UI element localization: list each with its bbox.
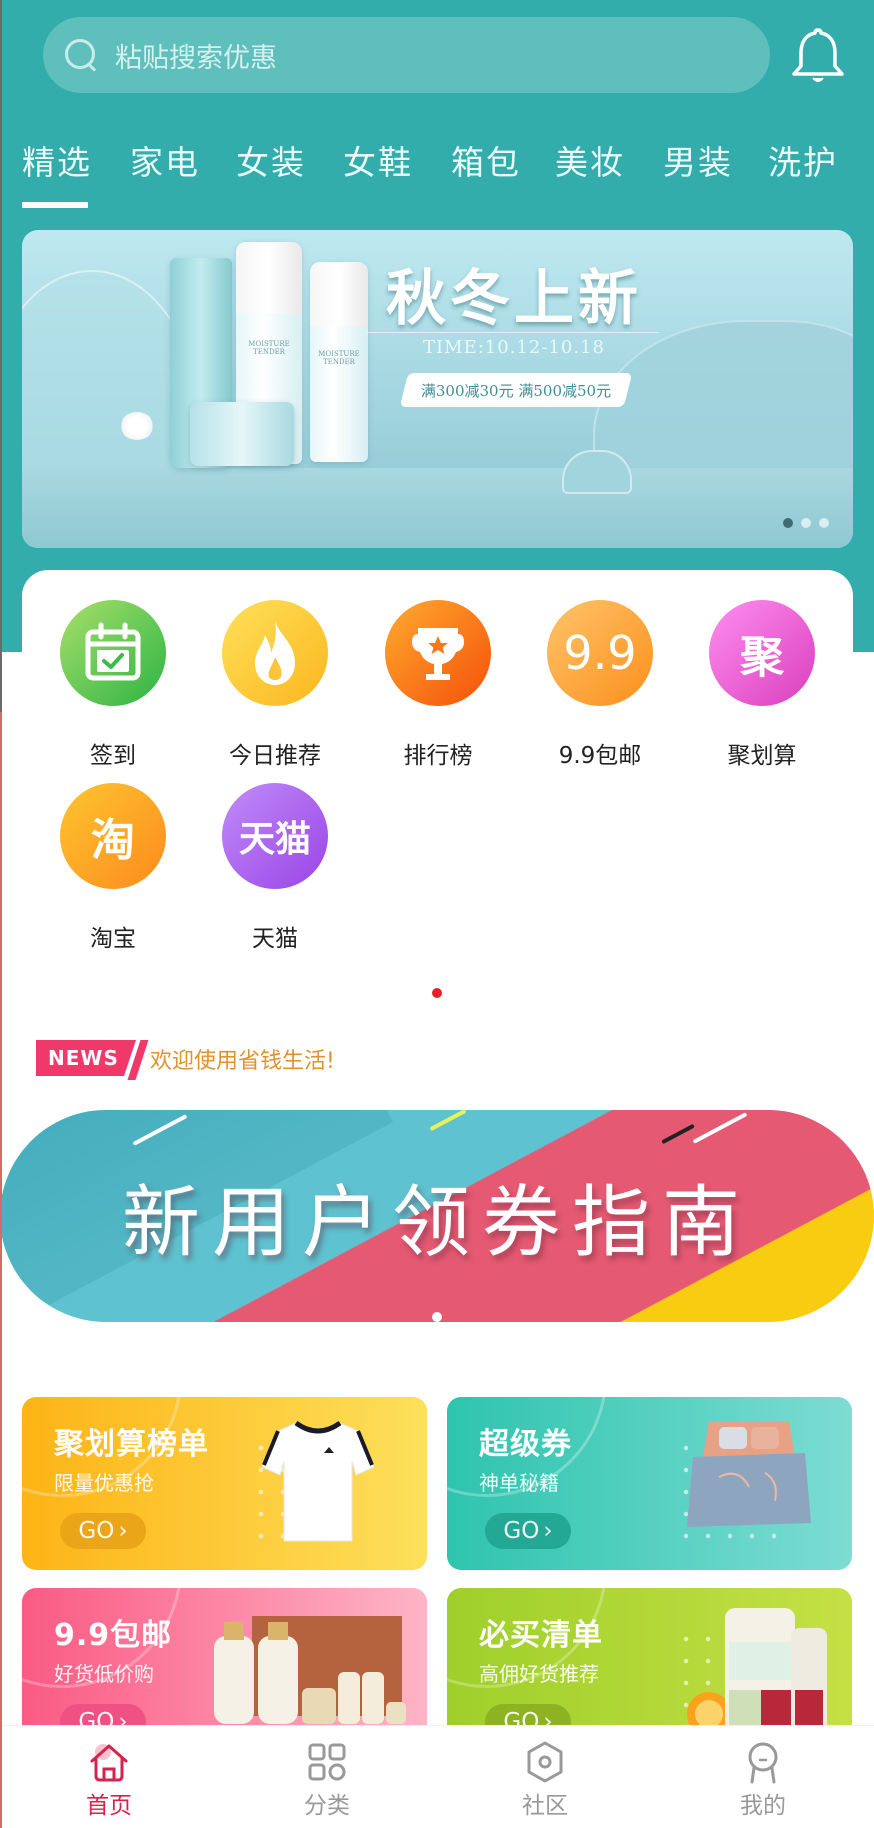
cloud-decoration [562,450,632,494]
home-icon [90,1744,128,1782]
promo-banner[interactable]: MOISTURE TENDER MOISTURE TENDER 秋冬上新 TIM… [22,230,853,548]
product-image-t-shirt [258,1417,378,1551]
feature-card-subtitle: 高佣好货推荐 [479,1662,599,1686]
news-badge: NEWS [36,1040,136,1076]
tab-xihu[interactable]: 洗护 [768,136,838,184]
profile-icon [748,1742,778,1784]
feature-card-title: 超级券 [479,1427,572,1462]
feature-card-subtitle: 限量优惠抢 [54,1471,154,1495]
nav-community[interactable]: 社区 [436,1726,654,1828]
quick-link-label: 淘宝 [90,926,136,952]
news-ticker-text[interactable]: 欢迎使用省钱生活! [150,1043,335,1075]
banner-coupon-tag: 满300减30元 满500减50元 [399,373,633,407]
banner-page-dot[interactable] [819,518,829,528]
quick-link-label: 签到 [90,743,136,769]
nine-nine-glyph: 9.9 [563,626,637,680]
banner-coupon-text: 满300减30元 满500减50元 [420,381,612,400]
nav-profile[interactable]: 我的 [654,1726,872,1828]
product-image-vitamin-bottles [679,1602,829,1740]
feature-card-title: 9.9包邮 [54,1618,173,1653]
nav-category-label: 分类 [304,1793,350,1819]
flame-icon [222,600,328,706]
nine-nine-icon: 9.9 [547,600,653,706]
tab-nvxie[interactable]: 女鞋 [343,136,413,184]
quick-link-item[interactable]: 排行榜 [368,600,508,770]
tab-jingxuan[interactable]: 精选 [22,136,92,184]
product-image-cosmetics-set [212,1608,412,1732]
tmall-glyph: 天猫 [238,819,311,860]
tab-nanzhuang[interactable]: 男装 [663,136,733,184]
quick-link-item[interactable]: 淘淘宝 [43,783,183,953]
bottom-navigation: 首页 分类 社区 我的 [0,1725,874,1828]
quick-link-item[interactable]: 聚聚划算 [692,600,832,770]
chevron-right-icon: › [118,1518,128,1544]
ju-glyph: 聚 [740,632,784,683]
flower-decoration [120,412,154,440]
search-placeholder: 粘贴搜索优惠 [115,42,277,74]
quick-link-label: 今日推荐 [229,743,321,769]
banner-page-dot[interactable] [801,518,811,528]
trophy-icon [385,600,491,706]
product-jar-image [190,402,294,466]
nav-category[interactable]: 分类 [218,1726,436,1828]
left-edge-line-top [0,0,2,712]
go-button-label: GO [503,1518,540,1544]
category-grid-icon [308,1743,346,1781]
tab-xiangbao[interactable]: 箱包 [451,136,521,184]
guide-pager-dot[interactable] [432,1312,442,1322]
ju-icon: 聚 [709,600,815,706]
banner-pagination [783,518,829,528]
feature-card-subtitle: 神单秘籍 [479,1471,559,1495]
banner-time: TIME:10.12-10.18 [423,337,605,358]
product-image-bedding [679,1417,819,1541]
guide-title: 新用户领券指南 [121,1178,752,1268]
search-bar[interactable]: 粘贴搜索优惠 [43,17,770,93]
feature-card-title: 必买清单 [479,1618,603,1653]
nav-home-label: 首页 [86,1793,132,1819]
nav-home[interactable]: 首页 [0,1726,218,1828]
go-button[interactable]: GO › [60,1513,146,1549]
nav-community-label: 社区 [522,1793,568,1819]
nav-profile-label: 我的 [740,1793,786,1819]
banner-floor [22,468,853,548]
quick-link-label: 9.9包邮 [558,743,642,769]
product-label: MOISTURE TENDER [318,350,360,366]
quick-link-item[interactable]: 天猫 天猫 [205,783,345,953]
feature-card[interactable]: 9.9包邮 好货低价购 GO › [22,1588,427,1740]
tab-nvzhuang[interactable]: 女装 [236,136,306,184]
quick-link-label: 排行榜 [403,743,473,769]
tab-jiadian[interactable]: 家电 [130,136,200,184]
banner-title: 秋冬上新 [386,264,642,334]
active-tab-indicator [22,202,88,208]
community-icon [527,1741,563,1783]
tmall-icon: 天猫 [222,783,328,889]
banner-divider [367,332,659,333]
search-icon [63,37,99,73]
feature-card-subtitle: 好货低价购 [54,1662,154,1686]
feature-card[interactable]: 必买清单 高佣好货推荐 GO › [447,1588,852,1740]
new-user-guide-banner[interactable]: 新用户领券指南 [0,1110,874,1322]
quick-link-label: 聚划算 [727,743,797,769]
quick-link-item[interactable]: 今日推荐 [205,600,345,770]
go-button-label: GO [78,1518,115,1544]
product-bottle-image: MOISTURE TENDER [310,262,368,462]
taobao-glyph: 淘 [91,815,135,866]
feature-card-title: 聚划算榜单 [54,1427,209,1462]
feature-card[interactable]: 聚划算榜单限量优惠抢 GO › [22,1397,427,1570]
category-tabs: 精选 家电 女装 女鞋 箱包 美妆 男装 洗护 [0,136,874,186]
calendar-check-icon [60,600,166,706]
chevron-right-icon: › [543,1518,553,1544]
banner-page-dot[interactable] [783,518,793,528]
product-label: MOISTURE TENDER [248,339,290,356]
feature-card[interactable]: 超级券神单秘籍 GO › [447,1397,852,1570]
quick-link-item[interactable]: 9.9 9.9包邮 [530,600,670,770]
go-button[interactable]: GO › [485,1513,571,1549]
taobao-icon: 淘 [60,783,166,889]
quick-link-label: 天猫 [252,926,298,952]
quick-link-item[interactable]: 签到 [43,600,183,770]
bell-icon[interactable] [790,26,846,86]
quick-links-pager-dot[interactable] [432,988,442,998]
tab-meizhuang[interactable]: 美妆 [555,136,625,184]
